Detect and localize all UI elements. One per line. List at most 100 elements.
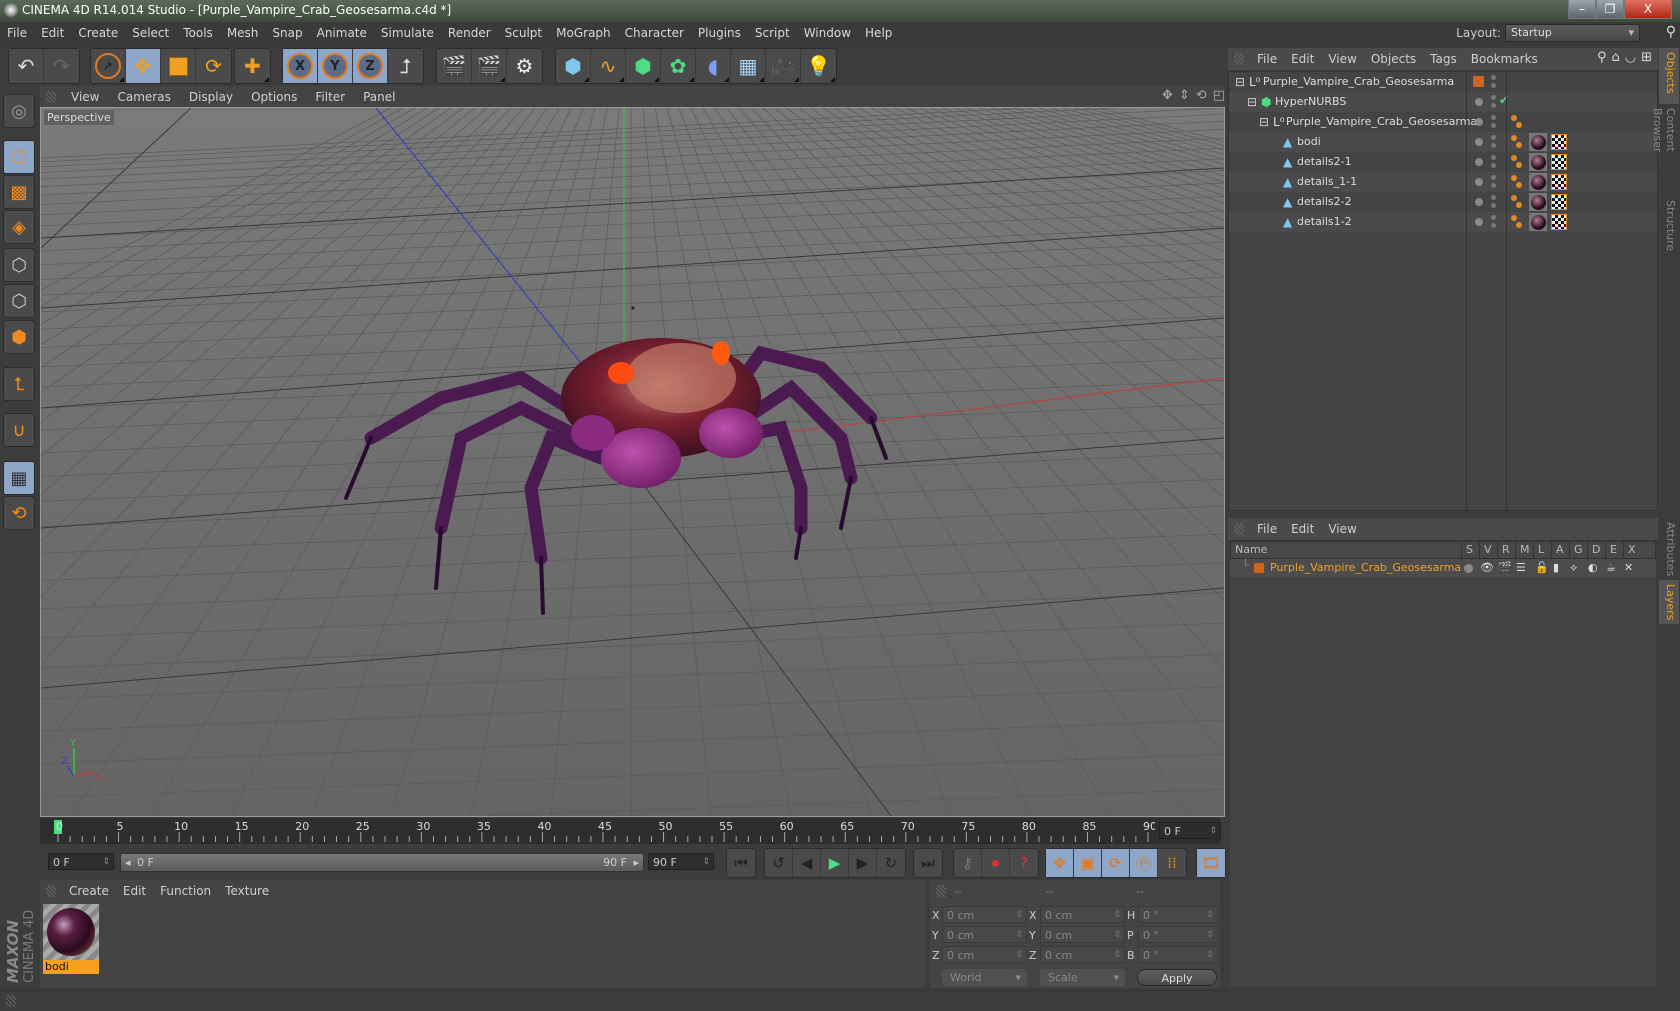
viewport-menu-view[interactable]: View — [62, 90, 108, 104]
layer-color-swatch[interactable] — [1254, 563, 1264, 573]
size-x-field[interactable]: 0 cm — [1040, 906, 1125, 924]
deformer-icon[interactable]: ◖ — [696, 49, 731, 83]
floor-icon[interactable]: ▦ — [731, 49, 766, 83]
rotation-b-field[interactable]: 0 ° — [1138, 946, 1218, 964]
panel-grip-icon[interactable] — [1234, 523, 1244, 535]
uvw-tag-icon[interactable] — [1551, 154, 1567, 170]
render-clapper-icon[interactable]: 🎬 — [1498, 561, 1512, 574]
phong-tag-icon[interactable] — [1511, 135, 1517, 141]
material-tag-icon[interactable] — [1529, 153, 1547, 171]
axis-mode-icon[interactable]: ⮤ — [3, 367, 35, 401]
subdivision-surface-icon[interactable]: ⬢ — [626, 49, 661, 83]
panel-grip-icon[interactable] — [1234, 53, 1244, 65]
visibility-toggle[interactable] — [1491, 175, 1496, 180]
visibility-toggle[interactable] — [1491, 95, 1496, 100]
menu-mesh[interactable]: Mesh — [220, 26, 266, 40]
play-forward-icon[interactable]: ▶ — [821, 849, 849, 877]
rotate-view-icon[interactable]: ⟲ — [1196, 88, 1207, 103]
start-frame-field[interactable]: 0 F — [48, 853, 114, 871]
render-picture-viewer-icon[interactable]: 🎬 — [472, 49, 507, 83]
make-editable-icon[interactable]: ◎ — [3, 94, 35, 128]
panel-grip-icon[interactable] — [46, 91, 56, 103]
layer-row[interactable]: └ Purple_Vampire_Crab_Geosesarma 👁 🎬 ☰ 🔓… — [1230, 559, 1656, 577]
collapse-icon[interactable]: ⊟ — [1247, 95, 1257, 109]
previous-key-icon[interactable]: ↺ — [765, 849, 793, 877]
redo-icon[interactable]: ↷ — [44, 49, 79, 83]
zoom-view-icon[interactable]: ⇕ — [1179, 88, 1190, 103]
phong-tag-icon[interactable] — [1511, 115, 1517, 121]
object-menu-bookmarks[interactable]: Bookmarks — [1464, 52, 1545, 66]
object-row[interactable]: ▲ details2-1 — [1229, 152, 1657, 172]
model-mode-icon[interactable]: ⬡ — [3, 140, 35, 174]
3d-viewport[interactable]: Y X Z Perspective — [40, 107, 1225, 817]
material-swatch[interactable]: bodi — [43, 904, 99, 976]
live-selection-icon[interactable]: ➚ — [91, 49, 126, 83]
timeline-ruler[interactable]: 0 5 10 15 20 25 30 35 40 45 50 55 60 65 70 75 80 85 90 — [40, 818, 1220, 844]
visibility-toggle[interactable] — [1491, 115, 1496, 120]
col-xref[interactable]: X — [1623, 542, 1641, 558]
current-frame-field[interactable]: 0 F — [1159, 822, 1221, 840]
layer-menu-view[interactable]: View — [1321, 522, 1363, 536]
object-row[interactable]: ⊟ ⬢ HyperNURBS ✔ — [1229, 92, 1657, 112]
collapse-icon[interactable]: ⊟ — [1235, 75, 1245, 89]
phong-tag-icon[interactable] — [1511, 195, 1517, 201]
object-menu-file[interactable]: File — [1250, 52, 1284, 66]
end-frame-field[interactable]: 90 F — [648, 853, 714, 871]
xref-icon[interactable]: ✕ — [1624, 561, 1633, 574]
position-y-field[interactable]: 0 cm — [942, 926, 1027, 944]
solo-toggle[interactable] — [1464, 564, 1473, 573]
menu-character[interactable]: Character — [618, 26, 691, 40]
menu-help[interactable]: Help — [858, 26, 899, 40]
tab-structure[interactable]: Structure — [1659, 196, 1679, 256]
world-coordinates-icon[interactable]: ⮥ — [388, 49, 423, 83]
x-axis-lock-icon[interactable]: X — [283, 49, 318, 83]
rotate-tool-icon[interactable]: ⟳ — [196, 49, 231, 83]
y-axis-lock-icon[interactable]: Y — [318, 49, 353, 83]
uvw-tag-icon[interactable] — [1551, 134, 1567, 150]
layer-name[interactable]: Purple_Vampire_Crab_Geosesarma — [1270, 561, 1461, 574]
size-y-field[interactable]: 0 cm — [1040, 926, 1125, 944]
autokeying-icon[interactable]: ⏺ — [982, 849, 1010, 877]
minimize-button[interactable]: – — [1568, 0, 1596, 19]
deformers-icon[interactable]: ◐ — [1588, 561, 1598, 574]
toggle-layout-icon[interactable]: ◰ — [1213, 88, 1225, 103]
eye-icon[interactable]: ◡ — [1625, 50, 1636, 65]
open-timeline-icon[interactable]: 🎞 — [1197, 849, 1225, 877]
scale-tool-icon[interactable] — [161, 49, 196, 83]
position-z-field[interactable]: 0 cm — [942, 946, 1027, 964]
view-eye-icon[interactable]: 👁 — [1480, 561, 1494, 574]
material-tag-icon[interactable] — [1529, 213, 1547, 231]
object-row[interactable]: ▲ details1-2 — [1229, 212, 1657, 232]
layout-dropdown[interactable]: Startup — [1505, 24, 1640, 42]
home-icon[interactable]: ⌂ — [1611, 50, 1619, 65]
uvw-tag-icon[interactable] — [1551, 174, 1567, 190]
uvw-tag-icon[interactable] — [1551, 194, 1567, 210]
menu-snap[interactable]: Snap — [265, 26, 309, 40]
object-menu-objects[interactable]: Objects — [1364, 52, 1423, 66]
col-render[interactable]: R — [1497, 542, 1515, 558]
material-menu-create[interactable]: Create — [62, 884, 116, 898]
coordinate-space-dropdown[interactable]: World — [942, 969, 1027, 986]
keyframe-selection-icon[interactable]: ? — [1010, 849, 1038, 877]
go-to-start-icon[interactable]: ⏮ — [727, 849, 755, 877]
close-button[interactable]: X — [1624, 0, 1672, 19]
maximize-button[interactable]: ❐ — [1596, 0, 1624, 19]
tab-layers[interactable]: Layers — [1659, 580, 1679, 624]
rotation-h-field[interactable]: 0 ° — [1138, 906, 1218, 924]
visibility-toggle[interactable] — [1491, 155, 1496, 160]
object-row[interactable]: ⊟ L⁰ Purple_Vampire_Crab_Geosesarma — [1229, 112, 1657, 132]
camera-icon[interactable]: 🎥 — [766, 49, 801, 83]
viewport-menu-options[interactable]: Options — [242, 90, 306, 104]
menu-animate[interactable]: Animate — [310, 26, 374, 40]
record-parameter-icon[interactable]: Ⓟ — [1130, 849, 1158, 877]
layer-dot[interactable] — [1475, 138, 1483, 146]
col-generators[interactable]: G — [1569, 542, 1587, 558]
layer-menu-file[interactable]: File — [1250, 522, 1284, 536]
material-menu-function[interactable]: Function — [153, 884, 218, 898]
search-icon[interactable]: ⚲ — [1597, 50, 1607, 65]
menu-create[interactable]: Create — [71, 26, 125, 40]
col-expressions[interactable]: E — [1605, 542, 1623, 558]
viewport-menu-panel[interactable]: Panel — [354, 90, 404, 104]
layer-menu-edit[interactable]: Edit — [1284, 522, 1321, 536]
col-solo[interactable]: S — [1461, 542, 1479, 558]
